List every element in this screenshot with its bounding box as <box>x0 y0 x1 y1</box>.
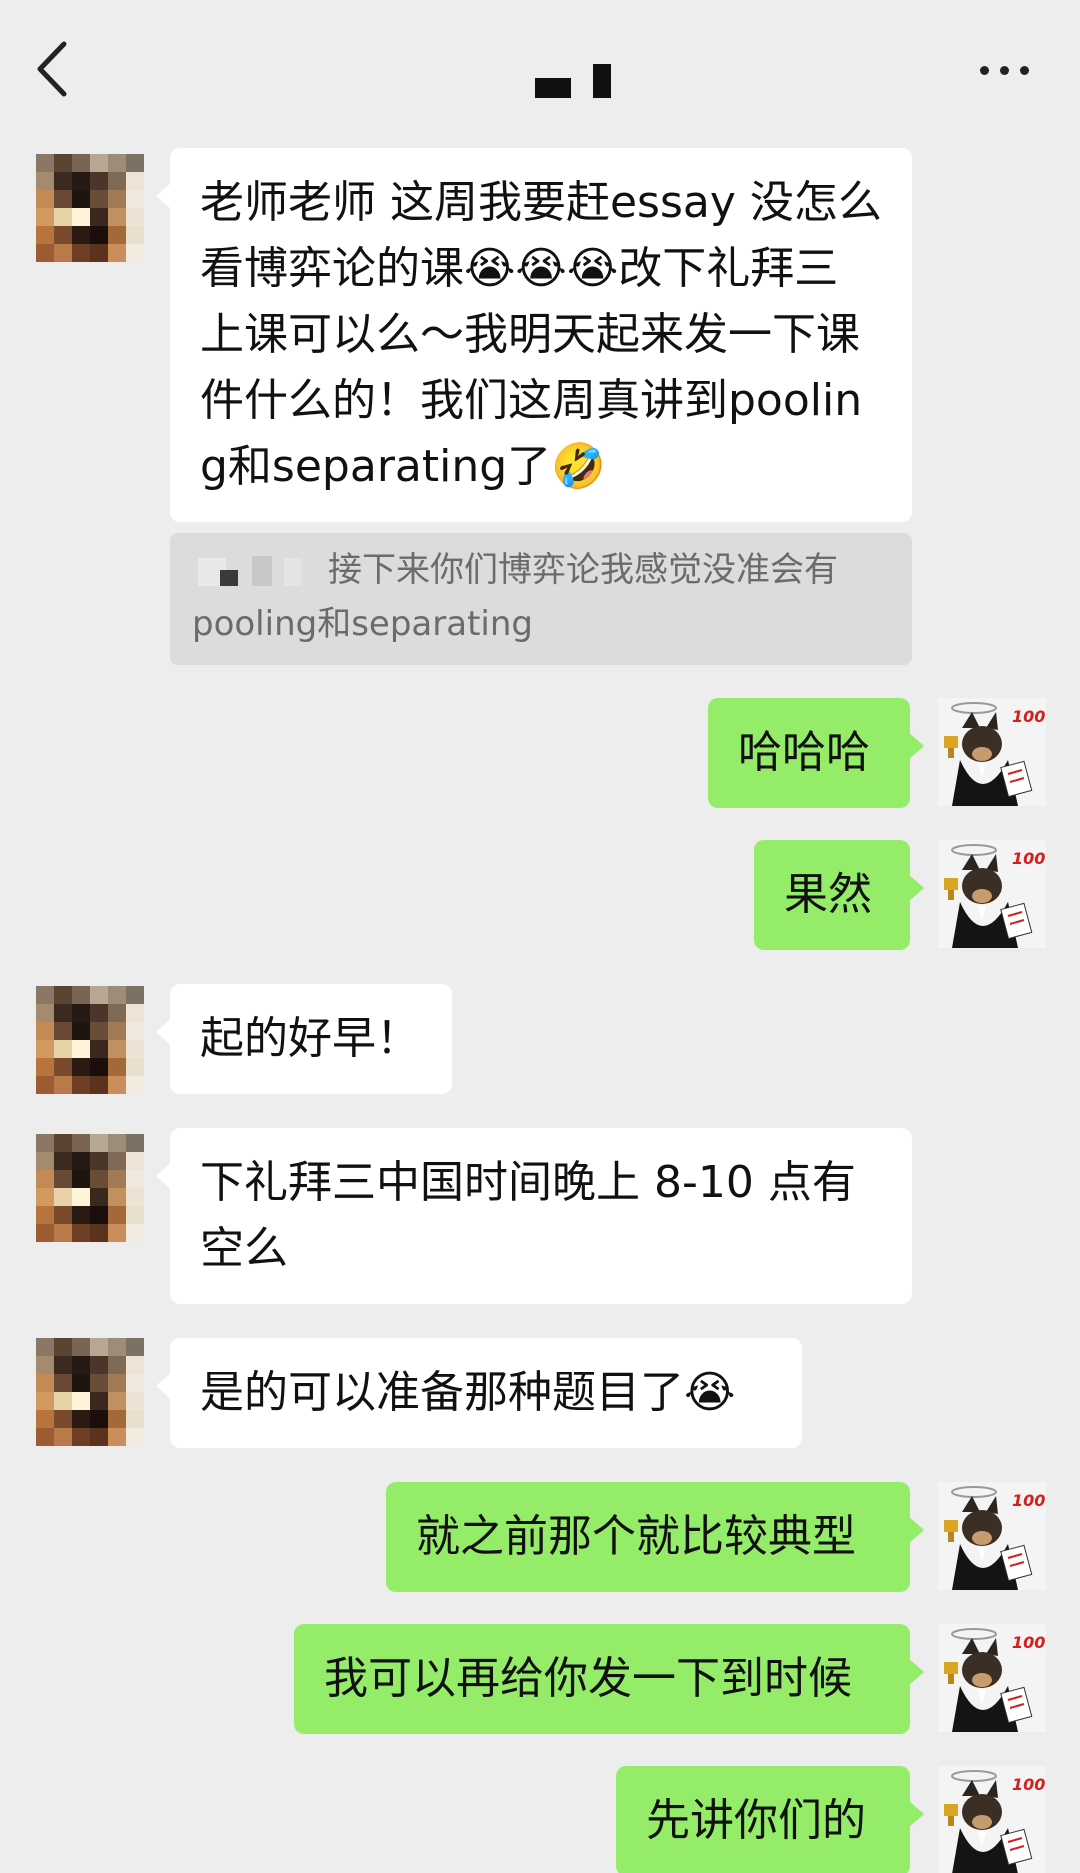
message-text: 是的可以准备那种题目了😭 <box>200 1367 736 1418</box>
message-bubble-outgoing[interactable]: 先讲你们的 <box>616 1766 924 1873</box>
message-bubble-outgoing[interactable]: 我可以再给你发一下到时候 <box>294 1624 924 1734</box>
svg-text:100: 100 <box>1012 849 1045 868</box>
svg-text:100: 100 <box>1012 1633 1045 1652</box>
chat-title-redacted <box>535 62 615 102</box>
message-text: 起的好早！ <box>200 1013 420 1064</box>
svg-text:100: 100 <box>1012 707 1045 726</box>
message-text: 老师老师 这周我要赶essay 没怎么看博弈论的课😭😭😭改下礼拜三上课可以么～我… <box>200 177 882 492</box>
chat-header <box>0 0 1080 140</box>
svg-text:100: 100 <box>1012 1775 1045 1794</box>
message-text: 我可以再给你发一下到时候 <box>324 1653 852 1704</box>
more-dots-icon <box>980 66 989 75</box>
contact-avatar[interactable] <box>36 154 144 262</box>
message-text: 下礼拜三中国时间晚上 8-10 点有空么 <box>200 1157 856 1274</box>
message-text: 就之前那个就比较典型 <box>416 1511 856 1562</box>
message-bubble-incoming[interactable]: 起的好早！ <box>156 984 452 1094</box>
chevron-left-icon <box>37 41 67 97</box>
my-avatar[interactable]: 100 <box>938 1624 1046 1732</box>
message-text: 先讲你们的 <box>646 1795 866 1846</box>
contact-avatar[interactable] <box>36 1134 144 1242</box>
more-button[interactable] <box>976 52 1036 88</box>
message-text: 果然 <box>784 869 872 920</box>
message-bubble-incoming[interactable]: 老师老师 这周我要赶essay 没怎么看博弈论的课😭😭😭改下礼拜三上课可以么～我… <box>156 148 912 522</box>
message-bubble-outgoing[interactable]: 哈哈哈 <box>708 698 924 808</box>
back-button[interactable] <box>28 36 76 102</box>
message-bubble-incoming[interactable]: 是的可以准备那种题目了😭 <box>156 1338 802 1448</box>
my-avatar[interactable]: 100 <box>938 1482 1046 1590</box>
message-bubble-outgoing[interactable]: 果然 <box>754 840 924 950</box>
chat-screen: 老师老师 这周我要赶essay 没怎么看博弈论的课😭😭😭改下礼拜三上课可以么～我… <box>0 0 1080 1873</box>
quote-sender-redacted <box>192 552 312 592</box>
contact-avatar[interactable] <box>36 986 144 1094</box>
contact-avatar[interactable] <box>36 1338 144 1446</box>
my-avatar[interactable]: 100 <box>938 1766 1046 1873</box>
svg-text:100: 100 <box>1012 1491 1045 1510</box>
message-text: 哈哈哈 <box>738 727 870 778</box>
my-avatar[interactable]: 100 <box>938 840 1046 948</box>
my-avatar[interactable]: 100 <box>938 698 1046 806</box>
message-bubble-incoming[interactable]: 下礼拜三中国时间晚上 8-10 点有空么 <box>156 1128 912 1304</box>
message-bubble-outgoing[interactable]: 就之前那个就比较典型 <box>386 1482 924 1592</box>
quoted-message[interactable]: 接下来你们博弈论我感觉没准会有pooling和separating <box>170 533 912 665</box>
